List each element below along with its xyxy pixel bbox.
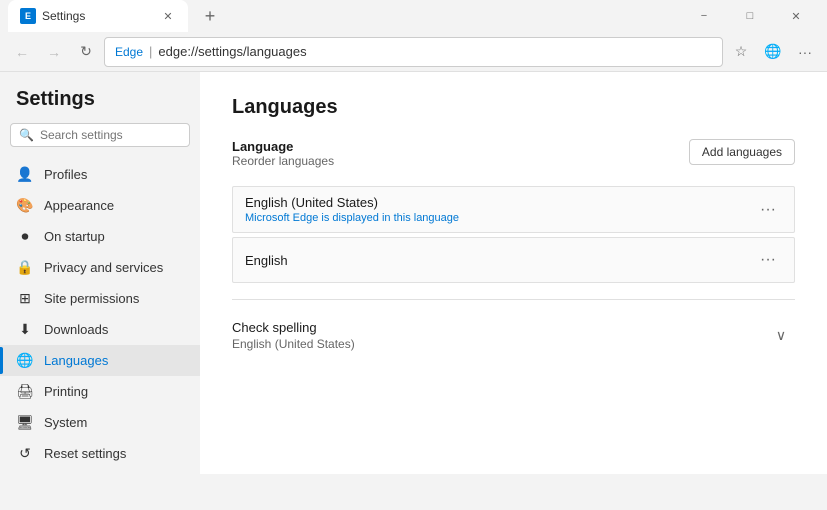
active-tab[interactable]: E Settings ✕ <box>8 0 188 32</box>
language-section-label-group: Language Reorder languages <box>232 139 334 178</box>
address-bar[interactable]: Edge | edge://settings/languages <box>104 37 723 67</box>
reset-icon: ↺ <box>16 445 34 462</box>
main-layout: Settings 🔍 👤 Profiles 🎨 Appearance ⏺ On … <box>0 72 827 474</box>
sidebar-item-label: Reset settings <box>44 446 126 461</box>
edge-icon: Edge <box>115 45 143 59</box>
language-info-0: English (United States) Microsoft Edge i… <box>245 195 459 224</box>
check-spelling-row: Check spelling English (United States) ∨ <box>232 316 795 355</box>
sidebar-item-label: Privacy and services <box>44 260 163 275</box>
privacy-icon: 🔒 <box>16 259 34 276</box>
profiles-icon: 👤 <box>16 166 34 183</box>
profile-button[interactable]: 🌐 <box>759 38 787 66</box>
window-controls: − □ ✕ <box>681 0 819 32</box>
language-name-0: English (United States) <box>245 195 459 210</box>
address-divider: | <box>149 44 152 59</box>
sidebar-item-privacy[interactable]: 🔒 Privacy and services <box>0 252 200 283</box>
site-permissions-icon: ⊞ <box>16 290 34 307</box>
appearance-icon: 🎨 <box>16 197 34 214</box>
language-info-1: English <box>245 253 288 268</box>
system-icon: 🖥 <box>16 414 34 431</box>
downloads-icon: ⬇ <box>16 321 34 338</box>
new-tab-button[interactable]: + <box>196 2 224 30</box>
minimize-button[interactable]: − <box>681 0 727 32</box>
tab-favicon: E <box>20 8 36 24</box>
address-url: edge://settings/languages <box>158 44 306 59</box>
sidebar-title: Settings <box>0 88 200 123</box>
search-icon: 🔍 <box>19 128 34 142</box>
languages-icon: 🌐 <box>16 352 34 369</box>
favorites-button[interactable]: ☆ <box>727 38 755 66</box>
refresh-button[interactable]: ↻ <box>72 38 100 66</box>
sidebar-item-downloads[interactable]: ⬇ Downloads <box>0 314 200 345</box>
sidebar-item-label: Appearance <box>44 198 114 213</box>
sidebar-item-label: Site permissions <box>44 291 139 306</box>
section-divider <box>232 299 795 300</box>
add-languages-button[interactable]: Add languages <box>689 139 795 165</box>
sidebar-item-site-permissions[interactable]: ⊞ Site permissions <box>0 283 200 314</box>
sidebar-item-languages[interactable]: 🌐 Languages <box>0 345 200 376</box>
nav-right-buttons: ☆ 🌐 ··· <box>727 38 819 66</box>
language-item: English (United States) Microsoft Edge i… <box>232 186 795 233</box>
search-input[interactable] <box>40 128 181 142</box>
tab-title: Settings <box>42 9 85 23</box>
sidebar-item-reset[interactable]: ↺ Reset settings <box>0 438 200 469</box>
check-spelling-label: Check spelling <box>232 320 355 335</box>
check-spelling-sublabel: English (United States) <box>232 337 355 351</box>
sidebar-item-label: On startup <box>44 229 105 244</box>
window-close-button[interactable]: ✕ <box>773 0 819 32</box>
language-section-header: Language Reorder languages Add languages <box>232 139 795 178</box>
language-more-button-0[interactable]: ··· <box>754 196 782 224</box>
sidebar: Settings 🔍 👤 Profiles 🎨 Appearance ⏺ On … <box>0 72 200 474</box>
sidebar-item-on-startup[interactable]: ⏺ On startup <box>0 221 200 252</box>
language-name-1: English <box>245 253 288 268</box>
sidebar-item-label: System <box>44 415 87 430</box>
tab-close-button[interactable]: ✕ <box>160 8 176 24</box>
forward-button[interactable]: → <box>40 38 68 66</box>
reorder-label: Reorder languages <box>232 154 334 168</box>
check-spelling-collapse-button[interactable]: ∨ <box>767 322 795 350</box>
sidebar-item-label: Printing <box>44 384 88 399</box>
sidebar-item-appearance[interactable]: 🎨 Appearance <box>0 190 200 221</box>
search-box[interactable]: 🔍 <box>10 123 190 147</box>
more-button[interactable]: ··· <box>791 38 819 66</box>
language-more-button-1[interactable]: ··· <box>754 246 782 274</box>
sidebar-item-label: Languages <box>44 353 108 368</box>
printing-icon: 🖨 <box>16 383 34 400</box>
sidebar-item-profiles[interactable]: 👤 Profiles <box>0 159 200 190</box>
sidebar-item-printing[interactable]: 🖨 Printing <box>0 376 200 407</box>
sidebar-items: 👤 Profiles 🎨 Appearance ⏺ On startup 🔒 P… <box>0 159 200 474</box>
language-list: English (United States) Microsoft Edge i… <box>232 186 795 283</box>
navigation-bar: ← → ↻ Edge | edge://settings/languages ☆… <box>0 32 827 72</box>
content-area: Languages Language Reorder languages Add… <box>200 72 827 474</box>
language-item: English ··· <box>232 237 795 283</box>
maximize-button[interactable]: □ <box>727 0 773 32</box>
language-desc-0: Microsoft Edge is displayed in this lang… <box>245 212 459 224</box>
check-spelling-info: Check spelling English (United States) <box>232 320 355 351</box>
language-label: Language <box>232 139 334 154</box>
back-button[interactable]: ← <box>8 38 36 66</box>
on-startup-icon: ⏺ <box>16 228 34 245</box>
sidebar-item-label: Downloads <box>44 322 108 337</box>
page-title: Languages <box>232 96 795 119</box>
sidebar-item-system[interactable]: 🖥 System <box>0 407 200 438</box>
sidebar-item-about[interactable]: ℯ About Microsoft Edge <box>0 469 200 474</box>
sidebar-item-label: Profiles <box>44 167 87 182</box>
